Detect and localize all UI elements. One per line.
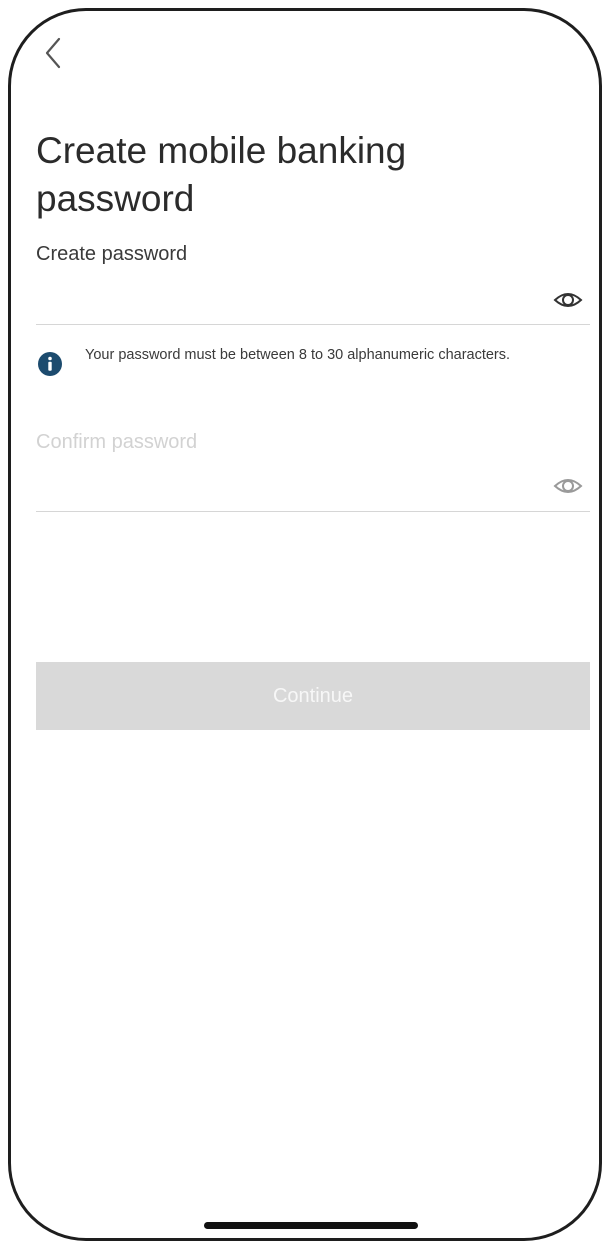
confirm-password-label: Confirm password [36, 431, 198, 453]
chevron-left-icon [45, 37, 61, 69]
password-hint: Your password must be between 8 to 30 al… [37, 347, 577, 387]
show-confirm-password-button[interactable] [551, 473, 585, 499]
eye-icon [553, 479, 583, 493]
phone-screen: Create mobile banking password Create pa… [8, 8, 602, 1241]
eye-icon [553, 293, 583, 307]
create-password-underline [36, 324, 590, 325]
info-icon [38, 352, 62, 376]
show-create-password-button[interactable] [551, 287, 585, 313]
create-password-label: Create password [36, 243, 188, 265]
confirm-password-input[interactable] [36, 473, 540, 507]
back-button[interactable] [37, 29, 77, 77]
home-indicator [204, 1222, 418, 1229]
confirm-password-underline [36, 511, 590, 512]
continue-button[interactable]: Continue [36, 662, 590, 730]
create-password-input[interactable] [36, 287, 540, 321]
password-hint-text: Your password must be between 8 to 30 al… [85, 347, 511, 363]
page-title: Create mobile banking password [36, 130, 407, 219]
